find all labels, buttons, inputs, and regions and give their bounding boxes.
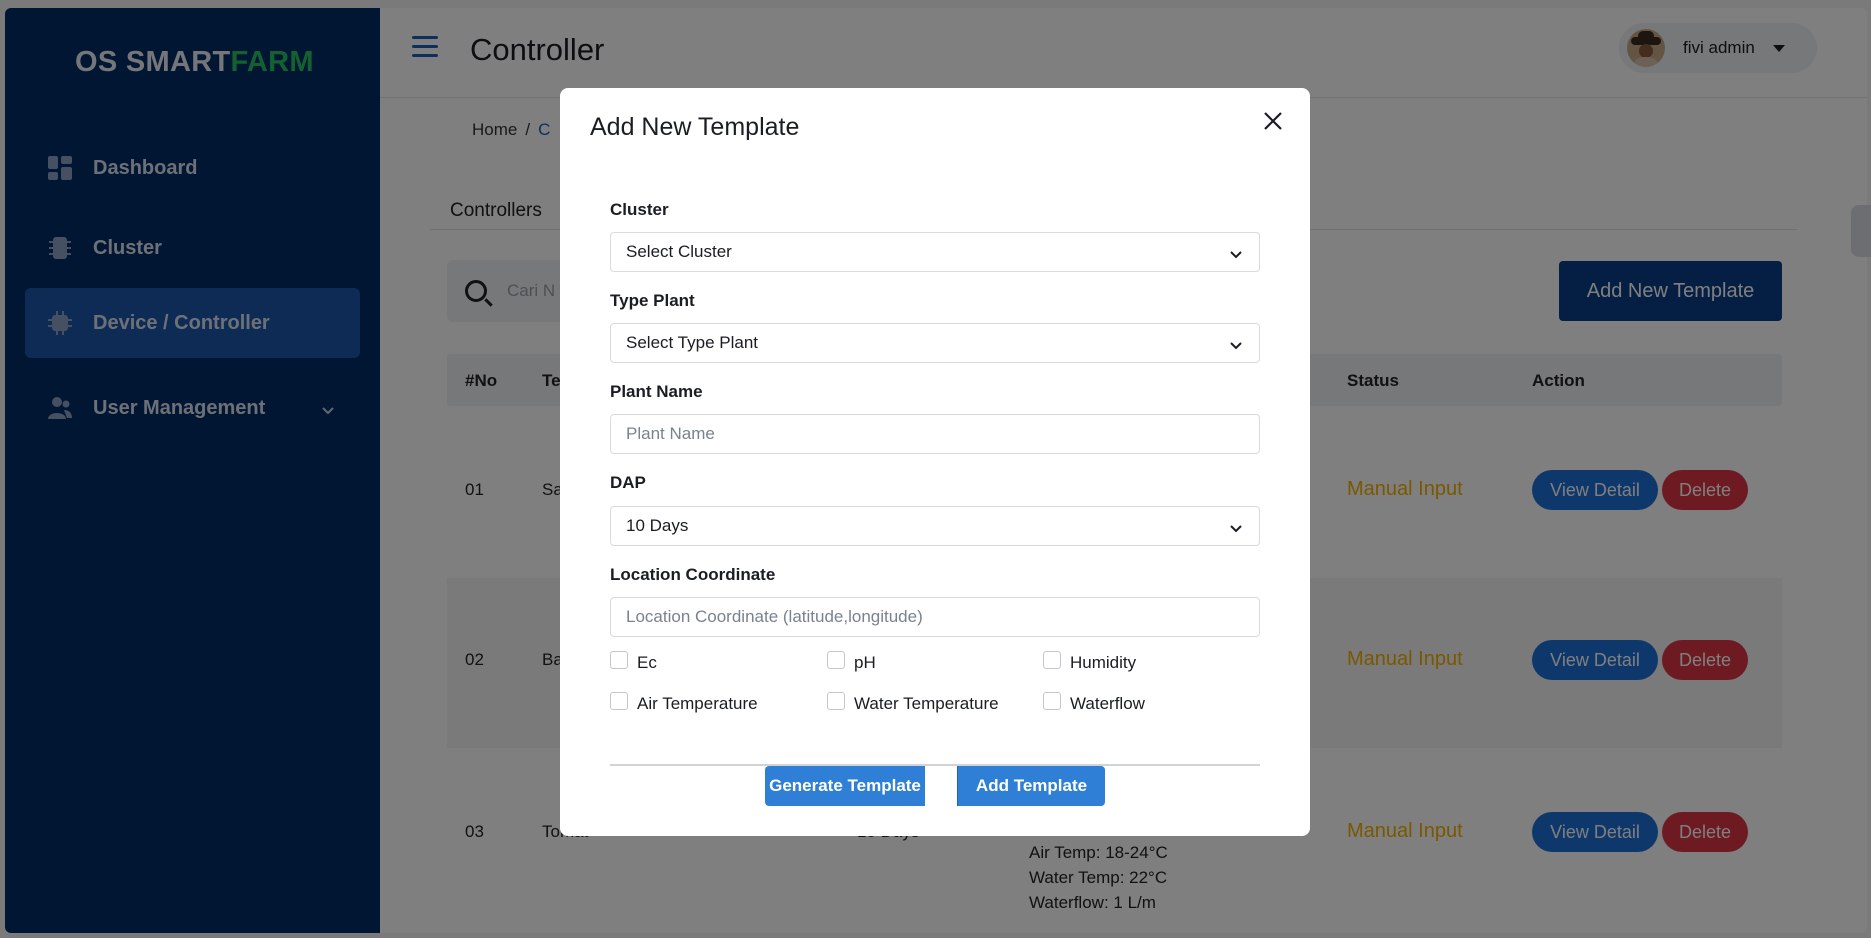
checkbox-label: pH (854, 653, 876, 672)
type-plant-select[interactable]: Select Type Plant (610, 323, 1260, 363)
type-plant-select-value: Select Type Plant (626, 333, 758, 352)
dap-label: DAP (610, 473, 646, 492)
cluster-select[interactable]: Select Cluster (610, 232, 1260, 272)
chevron-down-icon (1229, 245, 1243, 265)
checkbox-label: Water Temperature (854, 694, 999, 713)
chevron-down-icon (1229, 519, 1243, 539)
checkbox-humidity[interactable]: Humidity (1043, 651, 1137, 673)
location-label: Location Coordinate (610, 565, 776, 584)
checkbox-box[interactable] (827, 692, 845, 710)
cluster-select-value: Select Cluster (626, 242, 732, 261)
generate-template-button[interactable]: Generate Template (765, 766, 925, 806)
add-template-modal: Add New Template Cluster Select Cluster … (560, 88, 1310, 836)
checkbox-air-temperature[interactable]: Air Temperature (610, 692, 758, 714)
checkbox-box[interactable] (610, 692, 628, 710)
checkbox-box[interactable] (610, 651, 628, 669)
close-icon[interactable] (1258, 106, 1288, 136)
checkbox-label: Humidity (1070, 653, 1137, 672)
plant-name-input[interactable]: Plant Name (610, 414, 1260, 454)
checkbox-box[interactable] (1043, 651, 1061, 669)
location-coordinate-input[interactable]: Location Coordinate (latitude,longitude) (610, 597, 1260, 637)
checkbox-water-temperature[interactable]: Water Temperature (827, 692, 999, 714)
checkbox-ec[interactable]: Ec (610, 651, 657, 673)
checkbox-box[interactable] (827, 651, 845, 669)
location-placeholder: Location Coordinate (latitude,longitude) (626, 607, 923, 626)
modal-divider (610, 764, 1260, 766)
dap-select[interactable]: 10 Days (610, 506, 1260, 546)
checkbox-waterflow[interactable]: Waterflow (1043, 692, 1145, 714)
checkbox-ph[interactable]: pH (827, 651, 876, 673)
plant-name-placeholder: Plant Name (626, 424, 715, 443)
cluster-label: Cluster (610, 200, 669, 219)
add-template-button[interactable]: Add Template (957, 766, 1105, 806)
dap-select-value: 10 Days (626, 516, 689, 535)
plant-name-label: Plant Name (610, 382, 703, 401)
checkbox-box[interactable] (1043, 692, 1061, 710)
modal-title: Add New Template (590, 113, 800, 141)
type-plant-label: Type Plant (610, 291, 695, 310)
checkbox-label: Ec (637, 653, 657, 672)
checkbox-label: Air Temperature (637, 694, 758, 713)
chevron-down-icon (1229, 336, 1243, 356)
checkbox-label: Waterflow (1070, 694, 1145, 713)
